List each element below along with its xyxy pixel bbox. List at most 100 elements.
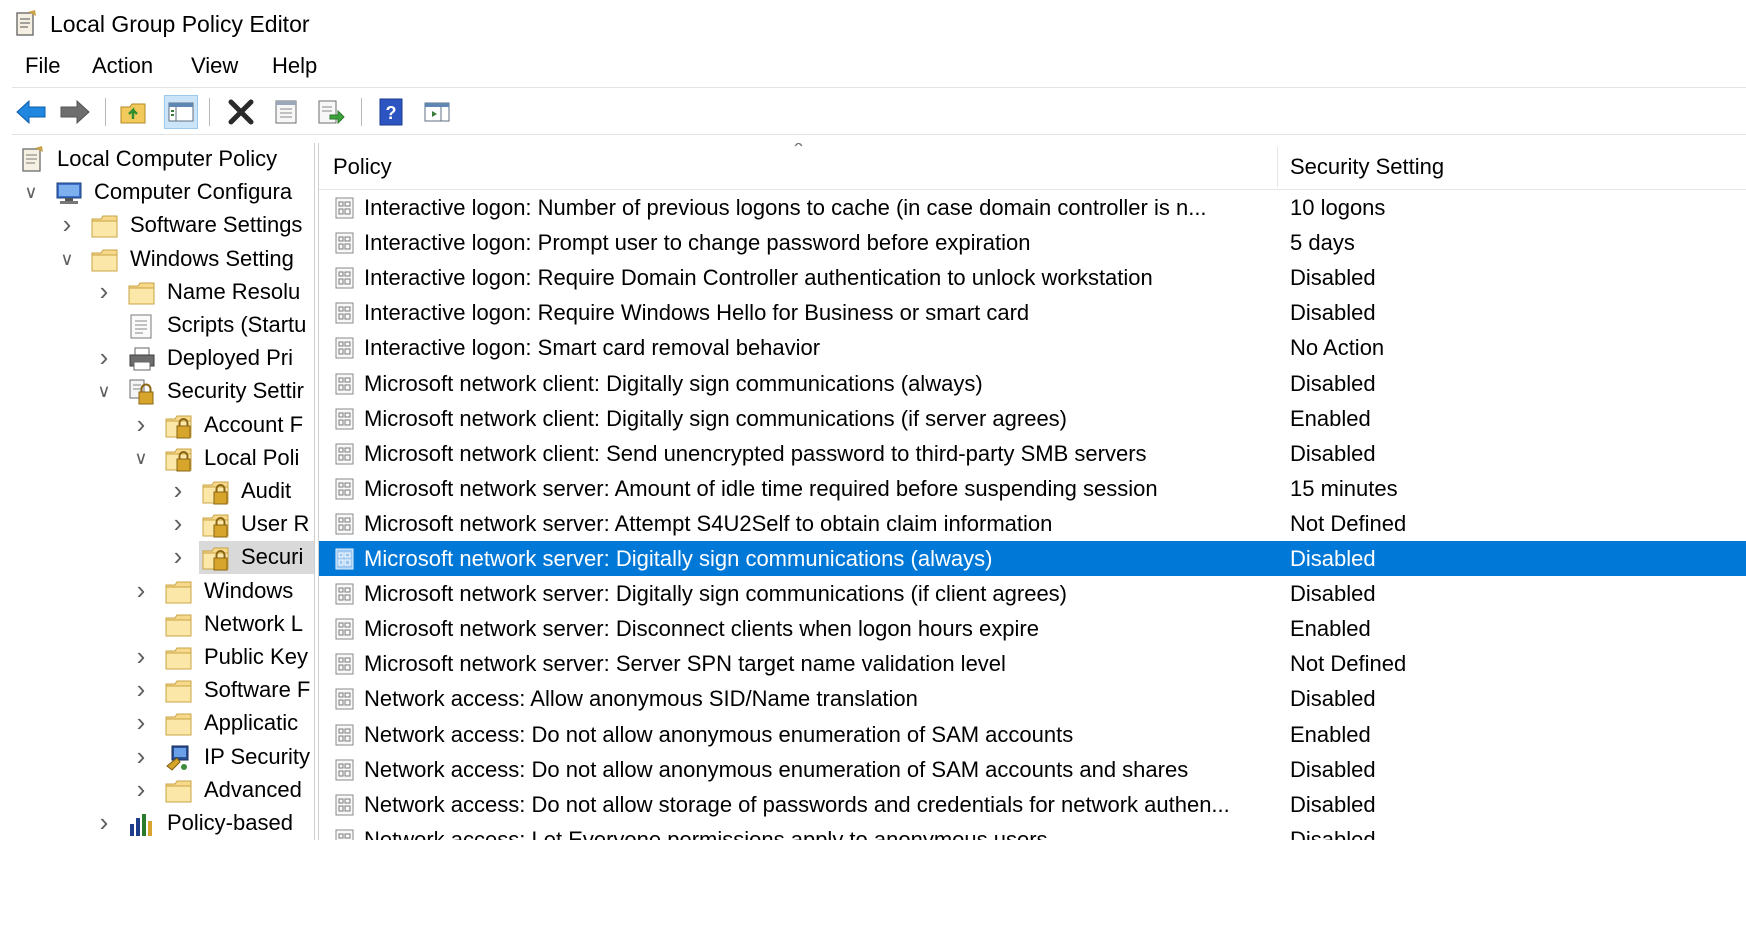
tree-item[interactable]: › Software Settings [12,209,314,242]
expand-chevron-icon[interactable]: › [93,809,115,835]
policy-name: Network access: Let Everyone permissions… [364,826,1048,840]
table-row[interactable]: Network access: Allow anonymous SID/Name… [319,681,1746,716]
table-row[interactable]: Microsoft network server: Amount of idle… [319,471,1746,506]
expand-chevron-icon[interactable]: › [130,709,152,735]
table-row[interactable]: Microsoft network server: Attempt S4U2Se… [319,506,1746,541]
tree-item[interactable]: › User R [12,508,314,541]
security-setting-value: 5 days [1290,230,1355,256]
expand-chevron-icon[interactable]: › [130,743,152,769]
export-list-icon[interactable] [314,95,348,129]
expand-chevron-icon[interactable]: › [130,776,152,802]
collapse-chevron-icon[interactable]: ∨ [130,446,152,470]
show-hide-action-pane-icon[interactable] [420,95,454,129]
show-hide-tree-icon[interactable] [164,95,198,129]
expand-chevron-icon[interactable]: › [167,477,189,503]
folder-icon [164,677,194,705]
expand-chevron-icon[interactable]: › [130,411,152,437]
table-row[interactable]: Interactive logon: Smart card removal be… [319,330,1746,365]
expand-chevron-icon[interactable]: › [93,344,115,370]
folder-icon [127,279,157,307]
table-row[interactable]: Interactive logon: Number of previous lo… [319,190,1746,225]
locked-folder-icon [201,511,231,539]
computer-icon [54,179,84,207]
policy-list: Policy ⌃ Security Setting Interactive lo… [318,143,1746,840]
tree-item-label: Securi [241,542,306,573]
column-header-security-setting[interactable]: Security Setting [1290,152,1444,182]
collapse-chevron-icon[interactable]: ∨ [93,379,115,403]
tree-item[interactable]: › IP Security [12,741,314,774]
tree-item[interactable]: Scripts (Startu [12,309,314,342]
table-row[interactable]: Microsoft network server: Digitally sign… [319,541,1746,576]
tree-item[interactable]: ∨ Windows Setting [12,243,314,276]
table-row[interactable]: Network access: Let Everyone permissions… [319,822,1746,840]
column-divider[interactable] [1277,147,1278,187]
collapse-chevron-icon[interactable]: ∨ [20,180,42,204]
tree-item[interactable]: ∨ Computer Configura [12,176,314,209]
security-setting-value: Enabled [1290,616,1371,642]
menu-action[interactable]: Action [92,51,153,81]
table-row[interactable]: Interactive logon: Require Windows Hello… [319,295,1746,330]
tree-item[interactable]: › Software F [12,674,314,707]
tree-item-label: User R [241,511,310,537]
expand-chevron-icon[interactable]: › [56,211,78,237]
expand-chevron-icon[interactable]: › [93,278,115,304]
table-row[interactable]: Microsoft network client: Send unencrypt… [319,436,1746,471]
tree-item[interactable]: › Name Resolu [12,276,314,309]
tree-item[interactable]: Local Computer Policy [12,143,314,176]
properties-icon[interactable] [269,95,303,129]
toolbar-separator [105,98,106,126]
tree-item-label: Windows [204,577,294,603]
tree-item[interactable]: › Advanced [12,774,314,807]
toolbar-divider [12,134,1746,135]
menu-view[interactable]: View [191,51,238,81]
menu-file[interactable]: File [25,51,60,81]
table-row[interactable]: Interactive logon: Require Domain Contro… [319,260,1746,295]
policy-setting-icon [334,267,356,289]
delete-icon[interactable] [224,95,258,129]
folder-icon [164,578,194,606]
policy-name: Microsoft network client: Send unencrypt… [364,440,1147,466]
policy-name: Interactive logon: Smart card removal be… [364,335,821,361]
expand-chevron-icon[interactable]: › [130,577,152,603]
table-row[interactable]: Microsoft network server: Disconnect cli… [319,611,1746,646]
expand-chevron-icon[interactable]: › [167,510,189,536]
tree-item[interactable]: Network L [12,608,314,641]
tree-item[interactable]: › Audit [12,475,314,508]
up-folder-icon[interactable] [117,95,151,129]
table-row[interactable]: Interactive logon: Prompt user to change… [319,225,1746,260]
table-row[interactable]: Microsoft network server: Server SPN tar… [319,646,1746,681]
tree-item-label: IP Security [204,743,310,769]
security-settings-icon [127,378,157,406]
table-row[interactable]: Microsoft network server: Digitally sign… [319,576,1746,611]
tree-item[interactable]: › Account F [12,409,314,442]
table-row[interactable]: Network access: Do not allow anonymous e… [319,752,1746,787]
folder-icon [164,644,194,672]
collapse-chevron-icon[interactable]: ∨ [56,247,78,271]
tree-item[interactable]: › Policy-based [12,807,314,840]
console-tree: Local Computer Policy ∨ Computer Configura… [12,143,315,840]
table-row[interactable]: Microsoft network client: Digitally sign… [319,366,1746,401]
column-header-policy[interactable]: Policy [333,152,392,182]
expand-chevron-icon[interactable]: › [130,643,152,669]
tree-item[interactable]: › Applicatic [12,707,314,740]
toolbar: ? [12,90,1746,132]
tree-item-label: Applicatic [204,710,299,736]
tree-item[interactable]: › Windows [12,575,314,608]
help-icon[interactable]: ? [374,95,408,129]
forward-arrow-icon[interactable] [58,95,92,129]
menu-help[interactable]: Help [272,51,317,81]
table-row[interactable]: Network access: Do not allow anonymous e… [319,717,1746,752]
security-setting-value: Disabled [1290,265,1376,291]
tree-item[interactable]: ∨ Security Settir [12,375,314,408]
tree-item[interactable]: › Securi [12,541,314,575]
window-title: Local Group Policy Editor [50,11,310,37]
expand-chevron-icon[interactable]: › [130,676,152,702]
expand-chevron-icon[interactable]: › [167,543,189,569]
table-row[interactable]: Network access: Do not allow storage of … [319,787,1746,822]
tree-item[interactable]: › Public Key [12,641,314,674]
back-arrow-icon[interactable] [14,95,48,129]
table-row[interactable]: Microsoft network client: Digitally sign… [319,401,1746,436]
tree-item[interactable]: › Deployed Pri [12,342,314,375]
tree-item[interactable]: ∨ Local Poli [12,442,314,475]
policy-name: Network access: Do not allow anonymous e… [364,756,1189,782]
